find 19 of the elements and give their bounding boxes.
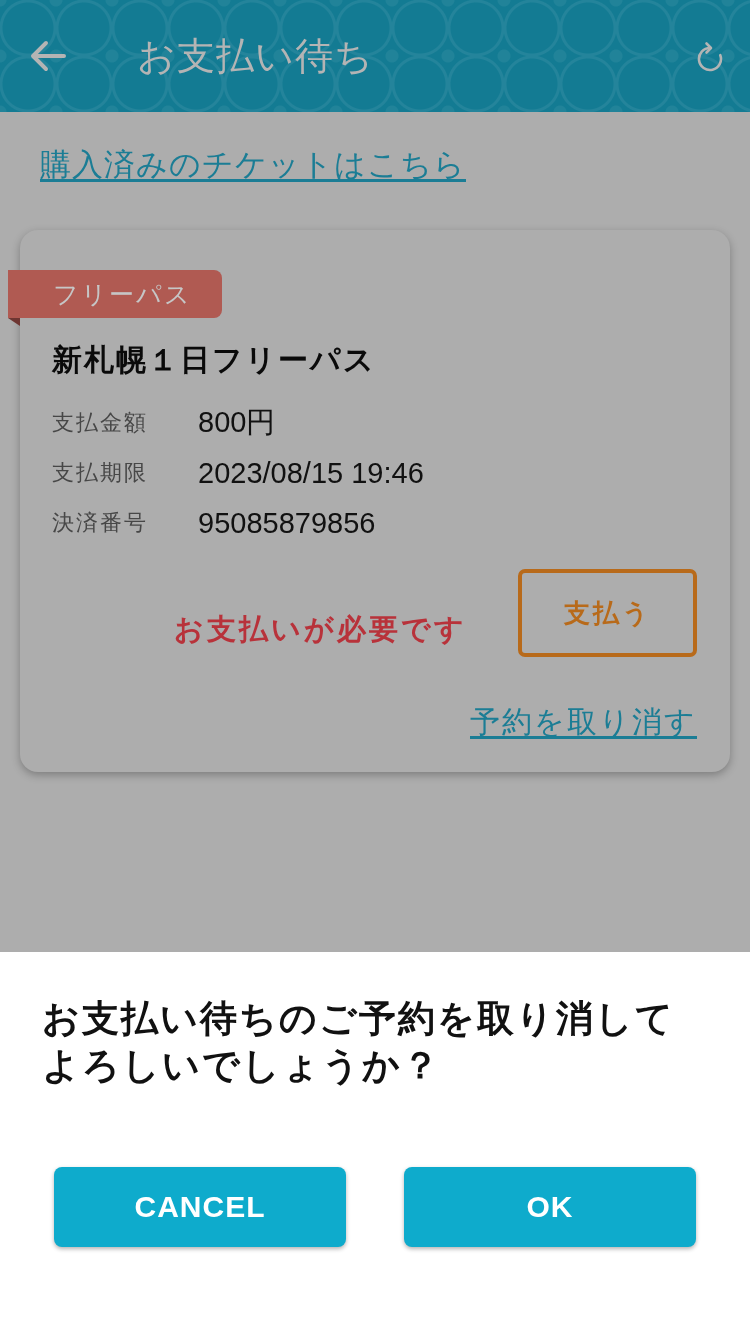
cancel-button[interactable]: CANCEL	[54, 1167, 346, 1247]
detail-label: 支払期限	[52, 459, 149, 487]
ticket-title: 新札幌１日フリーパス	[52, 342, 376, 378]
detail-label: 決済番号	[52, 509, 149, 537]
detail-label: 支払金額	[52, 409, 149, 437]
screen-title: お支払い待ち	[137, 34, 375, 79]
purchased-tickets-link[interactable]: 購入済みのチケットはこちら	[40, 145, 466, 185]
ok-button[interactable]: OK	[404, 1167, 696, 1247]
refresh-icon[interactable]	[696, 40, 724, 72]
back-icon[interactable]	[30, 40, 66, 72]
pay-button[interactable]: 支払う	[518, 569, 697, 657]
ribbon-fold-icon	[8, 318, 20, 326]
detail-value: 800円	[198, 405, 276, 440]
dialog-message: お支払い待ちのご予約を取り消してよろしいでしょうか？	[42, 997, 676, 1088]
detail-value: 95085879856	[198, 506, 376, 540]
payment-status-text: お支払いが必要です	[174, 612, 467, 647]
ticket-type-tag: フリーパス	[8, 270, 222, 318]
detail-value: 2023/08/15 19:46	[198, 456, 424, 490]
cancel-reservation-link[interactable]: 予約を取り消す	[470, 704, 697, 740]
